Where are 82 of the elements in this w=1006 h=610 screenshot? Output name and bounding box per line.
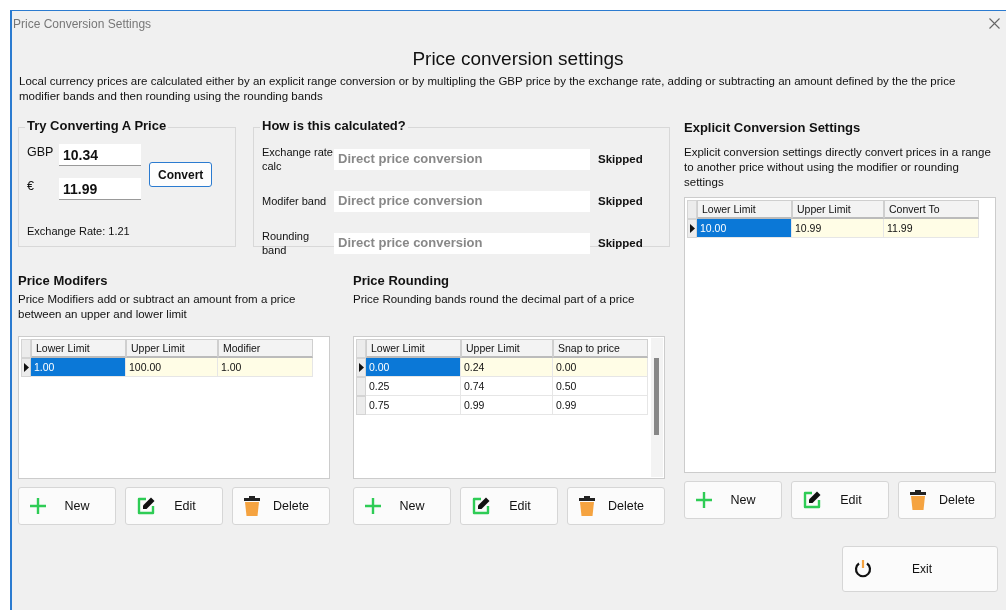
column-header[interactable]: Upper Limit: [126, 339, 218, 358]
table-cell: 10.00: [697, 219, 792, 238]
row-pointer-icon: [23, 363, 29, 372]
edit-button[interactable]: Edit: [460, 487, 558, 525]
section-description: Explicit conversion settings directly convert prices in a range to another price without using the modifier or rounding settings: [684, 145, 992, 189]
page-description: Local currency prices are calculated either by an explicit range conversion or by multipling the GBP price by the exchange rate, adding or subtracting an amount defined by the the price modifier bands and then rounding using the rounding bands: [19, 74, 957, 104]
step-field: Direct price conversion: [334, 190, 590, 212]
table-cell: 0.24: [461, 358, 553, 377]
pencil-icon: [136, 496, 156, 516]
plus-icon: [29, 497, 47, 515]
scrollbar[interactable]: [651, 338, 663, 477]
table-cell: 11.99: [884, 219, 979, 238]
step-field: Direct price conversion: [334, 148, 590, 170]
table-cell: 0.00: [366, 358, 461, 377]
price-field[interactable]: 11.99: [59, 178, 141, 200]
table-cell: 0.99: [461, 396, 553, 415]
row-pointer-icon: [358, 363, 364, 372]
table-cell: 1.00: [31, 358, 126, 377]
window-title: Price Conversion Settings: [13, 16, 152, 31]
section-title: Explicit Conversion Settings: [684, 120, 862, 135]
plus-icon: [364, 497, 382, 515]
table-cell: 0.25: [366, 377, 461, 396]
table-cell: 0.75: [366, 396, 461, 415]
section-title: Price Modifers: [18, 273, 109, 288]
table-cell: 0.50: [553, 377, 648, 396]
edit-button[interactable]: Edit: [791, 481, 889, 519]
table-cell: 1.00: [218, 358, 313, 377]
column-header[interactable]: Upper Limit: [792, 200, 884, 219]
step-status: Skipped: [598, 195, 643, 207]
exit-button[interactable]: Exit: [842, 546, 998, 592]
step-status: Skipped: [598, 153, 643, 165]
column-header[interactable]: Lower Limit: [697, 200, 792, 219]
data-grid[interactable]: Lower Limit Upper Limit Modifier 1.00 100.00 1.00: [18, 336, 330, 479]
data-grid[interactable]: Lower Limit Upper Limit Convert To 10.00 10.99 11.99: [684, 197, 996, 473]
edit-button[interactable]: Edit: [125, 487, 223, 525]
pencil-icon: [802, 490, 822, 510]
header-corner: [687, 200, 697, 219]
step-status: Skipped: [598, 237, 643, 249]
pencil-icon: [471, 496, 491, 516]
column-header[interactable]: Snap to price: [553, 339, 648, 358]
group-title: Try Converting A Price: [25, 118, 169, 133]
step-label: Exchange rate calc: [262, 145, 334, 173]
header-corner: [21, 339, 31, 358]
new-button[interactable]: New: [353, 487, 451, 525]
table-cell: 10.99: [792, 219, 884, 238]
close-icon[interactable]: [989, 18, 1000, 29]
column-header[interactable]: Upper Limit: [461, 339, 553, 358]
exchange-rate: Exchange Rate: 1.21: [27, 225, 131, 237]
table-cell: 0.00: [553, 358, 648, 377]
delete-button[interactable]: Delete: [232, 487, 330, 525]
delete-button[interactable]: Delete: [567, 487, 665, 525]
data-grid[interactable]: Lower Limit Upper Limit Snap to price 0.00 0.24 0.00 0.25 0.74 0.50 0.75 0.99 0.99: [353, 336, 665, 479]
convert-button[interactable]: Convert: [149, 162, 213, 187]
group-title: How is this calculated?: [260, 118, 408, 133]
section-description: Price Modifiers add or subtract an amount from a price between an upper and lower limit: [18, 292, 297, 322]
new-button[interactable]: New: [684, 481, 782, 519]
plus-icon: [695, 491, 713, 509]
column-header[interactable]: Modifier: [218, 339, 313, 358]
delete-button[interactable]: Delete: [898, 481, 996, 519]
section-title: Price Rounding: [353, 273, 451, 288]
table-cell: 0.99: [553, 396, 648, 415]
new-button[interactable]: New: [18, 487, 116, 525]
step-field: Direct price conversion: [334, 232, 590, 254]
table-cell: 100.00: [126, 358, 218, 377]
trash-icon: [243, 496, 261, 516]
row-pointer-icon: [689, 224, 695, 233]
trash-icon: [578, 496, 596, 516]
table-cell: 0.74: [461, 377, 553, 396]
row-selector[interactable]: [21, 358, 31, 377]
price-field[interactable]: 10.34: [59, 144, 141, 166]
power-icon: [853, 559, 873, 579]
step-label: Rounding band: [262, 229, 311, 257]
page-heading: Price conversion settings: [411, 48, 625, 70]
column-header[interactable]: Convert To: [884, 200, 979, 219]
section-description: Price Rounding bands round the decimal part of a price: [353, 292, 636, 307]
trash-icon: [909, 490, 927, 510]
column-header[interactable]: Lower Limit: [31, 339, 126, 358]
column-header[interactable]: Lower Limit: [366, 339, 461, 358]
row-selector[interactable]: [687, 219, 697, 238]
field-label: €: [27, 178, 35, 195]
header-corner: [356, 339, 366, 358]
step-label: Modifer band: [262, 194, 328, 208]
